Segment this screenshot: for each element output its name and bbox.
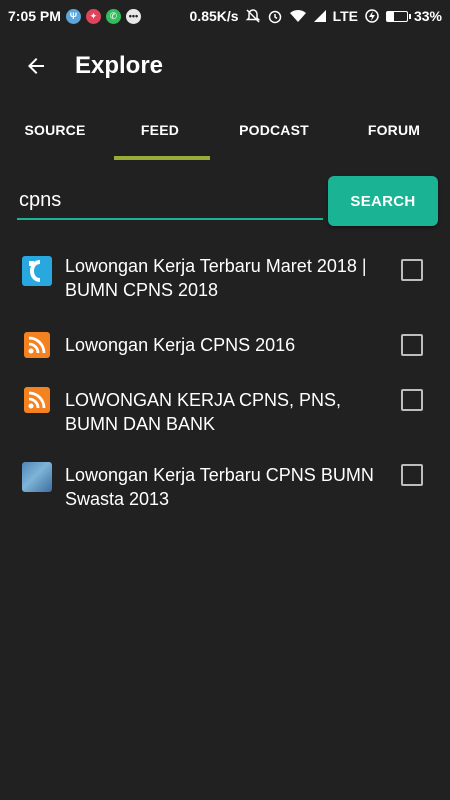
- tab-source[interactable]: SOURCE: [0, 100, 110, 160]
- tab-podcast-label: PODCAST: [239, 122, 309, 138]
- tab-forum-label: FORUM: [367, 122, 421, 138]
- network-type: LTE: [332, 8, 358, 24]
- status-time: 7:05 PM: [8, 8, 61, 24]
- list-item-checkbox[interactable]: [401, 464, 423, 486]
- list-item[interactable]: Lowongan Kerja CPNS 2016: [0, 332, 450, 372]
- tab-source-label: SOURCE: [24, 122, 86, 138]
- status-left: 7:05 PM Ψ ✦ ✆ •••: [8, 8, 141, 24]
- battery-percent: 33%: [413, 8, 442, 24]
- list-item-title: LOWONGAN KERJA CPNS, PNS, BUMN DAN BANK: [65, 390, 342, 434]
- signal-icon: [313, 9, 327, 23]
- status-right: 0.85K/s LTE 33%: [190, 8, 442, 24]
- search-input[interactable]: [17, 176, 323, 220]
- list-item-title: Lowongan Kerja Terbaru Maret 2018 | BUMN…: [65, 256, 367, 300]
- app-bar: Explore: [0, 32, 450, 100]
- back-button[interactable]: [18, 48, 54, 84]
- alarm-icon: [267, 8, 283, 24]
- status-bar: 7:05 PM Ψ ✦ ✆ ••• 0.85K/s LTE 33%: [0, 0, 450, 32]
- tab-bar: SOURCE FEED PODCAST FORUM: [0, 100, 450, 160]
- battery-level: [386, 11, 394, 21]
- tab-podcast[interactable]: PODCAST: [210, 100, 338, 160]
- page-title: Explore: [75, 52, 164, 79]
- site-thumbnail-icon: [22, 462, 52, 492]
- notifications-off-icon: [245, 8, 261, 24]
- list-item-title: Lowongan Kerja CPNS 2016: [65, 335, 296, 355]
- list-item-title: Lowongan Kerja Terbaru CPNS BUMN Swasta …: [65, 465, 374, 509]
- rss-icon: [24, 332, 50, 358]
- tab-feed-label: FEED: [140, 122, 180, 138]
- whatsapp-icon: ✆: [105, 8, 121, 24]
- network-speed: 0.85K/s: [189, 8, 239, 24]
- tab-forum[interactable]: FORUM: [338, 100, 450, 160]
- site-logo-icon: [22, 256, 52, 286]
- list-item-checkbox[interactable]: [401, 389, 423, 411]
- list-item[interactable]: Lowongan Kerja Terbaru CPNS BUMN Swasta …: [0, 462, 450, 522]
- list-item[interactable]: LOWONGAN KERJA CPNS, PNS, BUMN DAN BANK: [0, 387, 450, 447]
- game-icon: ✦: [85, 8, 101, 24]
- arrow-back-icon: [28, 58, 44, 74]
- psiphon-icon: Ψ: [65, 8, 81, 24]
- battery-icon: [385, 10, 411, 22]
- rss-icon: [24, 387, 50, 413]
- tab-feed[interactable]: FEED: [110, 100, 210, 160]
- search-button[interactable]: SEARCH: [328, 176, 438, 226]
- list-item-checkbox[interactable]: [401, 334, 423, 356]
- more-dots-icon: •••: [125, 8, 141, 24]
- tab-selected-indicator: [114, 156, 210, 160]
- list-item[interactable]: Lowongan Kerja Terbaru Maret 2018 | BUMN…: [0, 254, 450, 314]
- search-field: [17, 176, 323, 222]
- wifi-icon: [289, 9, 307, 23]
- data-saver-icon: [364, 8, 380, 24]
- list-item-checkbox[interactable]: [401, 259, 423, 281]
